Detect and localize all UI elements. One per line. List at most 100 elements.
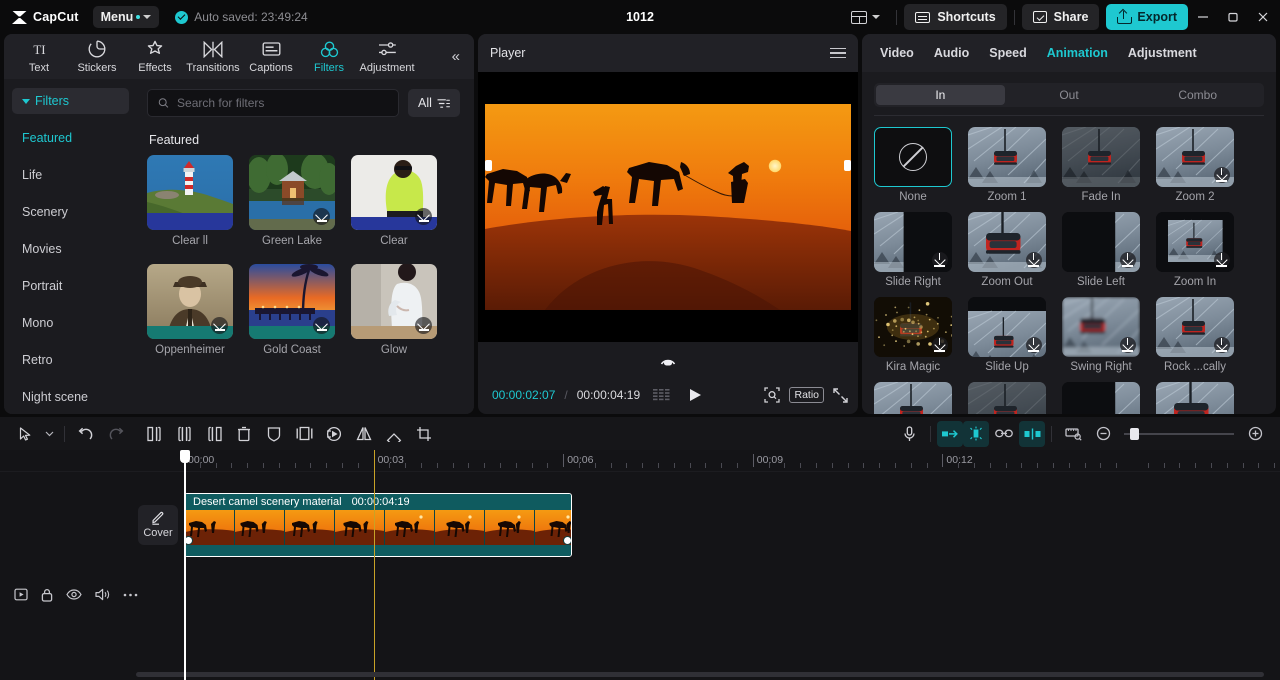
animation-item[interactable]: Slide Up xyxy=(968,297,1046,373)
timeline-horizontal-scrollbar[interactable] xyxy=(136,672,1264,677)
category-item[interactable]: Movies xyxy=(4,230,137,267)
animation-item[interactable]: Rock ...cally xyxy=(1156,297,1234,373)
animation-item[interactable]: Zoom In xyxy=(1156,212,1234,288)
filter-item[interactable]: Glow xyxy=(351,264,437,356)
video-track-icon[interactable] xyxy=(14,588,28,601)
category-item[interactable]: Mono xyxy=(4,304,137,341)
split-right-icon[interactable] xyxy=(199,421,229,447)
tab-adjustment[interactable]: Adjustment xyxy=(358,40,416,74)
ratio-button[interactable]: Ratio xyxy=(789,387,824,403)
mirror-icon[interactable] xyxy=(349,421,379,447)
tab-audio[interactable]: Audio xyxy=(934,46,969,60)
download-icon[interactable] xyxy=(1026,252,1042,268)
filter-item[interactable]: Clear ll xyxy=(147,155,233,247)
clip-trim-handle-right[interactable] xyxy=(563,536,571,545)
segment-combo[interactable]: Combo xyxy=(1133,85,1262,105)
download-icon[interactable] xyxy=(313,208,330,225)
auto-snap-icon[interactable] xyxy=(937,420,963,447)
export-button[interactable]: Export xyxy=(1106,4,1188,30)
link-icon[interactable] xyxy=(989,421,1019,447)
crop-frame-icon[interactable] xyxy=(289,421,319,447)
zoom-in-icon[interactable] xyxy=(1240,421,1270,447)
tab-animation[interactable]: Animation xyxy=(1047,46,1108,60)
download-icon[interactable] xyxy=(1120,337,1136,353)
segment-out[interactable]: Out xyxy=(1005,85,1134,105)
animation-item[interactable] xyxy=(874,382,952,414)
download-icon[interactable] xyxy=(313,317,330,334)
zoom-slider[interactable] xyxy=(1124,427,1234,440)
animation-item[interactable]: Slide Left xyxy=(1062,212,1140,288)
tab-speed[interactable]: Speed xyxy=(989,46,1027,60)
tab-text[interactable]: TI Text xyxy=(10,40,68,74)
select-arrow-icon[interactable] xyxy=(10,421,40,447)
category-item[interactable]: Night scene xyxy=(4,378,137,414)
fullscreen-icon[interactable] xyxy=(833,387,848,403)
animation-item[interactable]: Kira Magic xyxy=(874,297,952,373)
animation-item[interactable]: Zoom 1 xyxy=(968,127,1046,203)
maximize-button[interactable] xyxy=(1218,0,1248,34)
filter-item[interactable]: Clear xyxy=(351,155,437,247)
download-icon[interactable] xyxy=(415,317,432,334)
search-box[interactable] xyxy=(147,89,399,117)
playhead-handle[interactable] xyxy=(179,450,190,463)
zoom-slider-handle[interactable] xyxy=(1130,427,1139,440)
animation-item[interactable]: Fade In xyxy=(1062,127,1140,203)
minimize-button[interactable] xyxy=(1188,0,1218,34)
tab-stickers[interactable]: Stickers xyxy=(68,40,126,74)
download-icon[interactable] xyxy=(1214,252,1230,268)
category-item[interactable]: Life xyxy=(4,156,137,193)
tab-transitions[interactable]: Transitions xyxy=(184,40,242,74)
download-icon[interactable] xyxy=(1026,337,1042,353)
download-icon[interactable] xyxy=(1214,337,1230,353)
delete-icon[interactable] xyxy=(229,421,259,447)
download-icon[interactable] xyxy=(932,337,948,353)
video-canvas[interactable] xyxy=(485,104,851,310)
animation-item[interactable]: Zoom Out xyxy=(968,212,1046,288)
redo-icon[interactable] xyxy=(101,421,131,447)
animation-item[interactable]: None xyxy=(874,127,952,203)
mask-icon[interactable] xyxy=(259,421,289,447)
animation-item[interactable]: Zoom 2 xyxy=(1156,127,1234,203)
category-header[interactable]: Filters xyxy=(12,88,129,114)
split-icon[interactable] xyxy=(169,421,199,447)
playhead[interactable] xyxy=(179,450,190,680)
category-item[interactable]: Featured xyxy=(4,119,137,156)
download-icon[interactable] xyxy=(932,252,948,268)
timeline-clip[interactable]: Desert camel scenery material 00:00:04:1… xyxy=(184,493,572,557)
animation-item[interactable] xyxy=(1062,382,1140,414)
tab-adjustment[interactable]: Adjustment xyxy=(1128,46,1197,60)
tab-effects[interactable]: Effects xyxy=(126,40,184,74)
download-icon[interactable] xyxy=(1120,252,1136,268)
zoom-fit-icon[interactable] xyxy=(764,387,781,403)
hamburger-icon[interactable] xyxy=(830,45,846,62)
tab-filters[interactable]: Filters xyxy=(300,40,358,74)
crop-icon[interactable] xyxy=(409,421,439,447)
preview-ruler-icon[interactable] xyxy=(1058,421,1088,447)
share-button[interactable]: Share xyxy=(1021,4,1100,30)
speed-icon[interactable] xyxy=(319,421,349,447)
category-item[interactable]: Portrait xyxy=(4,267,137,304)
split-left-icon[interactable] xyxy=(139,421,169,447)
undo-icon[interactable] xyxy=(71,421,101,447)
microphone-icon[interactable] xyxy=(894,421,924,447)
layout-button[interactable] xyxy=(842,10,889,24)
animation-item[interactable] xyxy=(968,382,1046,414)
magnet-icon[interactable] xyxy=(963,420,989,447)
segment-in[interactable]: In xyxy=(876,85,1005,105)
filter-all-button[interactable]: All xyxy=(408,89,460,117)
play-button[interactable] xyxy=(689,388,702,402)
volume-icon[interactable] xyxy=(95,588,110,601)
crop-handle-right[interactable] xyxy=(844,160,851,171)
filter-item[interactable]: Green Lake xyxy=(249,155,335,247)
lock-icon[interactable] xyxy=(41,588,53,602)
download-icon[interactable] xyxy=(415,208,432,225)
rotate-shape-icon[interactable] xyxy=(379,421,409,447)
shortcuts-button[interactable]: Shortcuts xyxy=(904,4,1007,30)
tab-captions[interactable]: Captions xyxy=(242,40,300,74)
download-icon[interactable] xyxy=(1214,167,1230,183)
tab-video[interactable]: Video xyxy=(880,46,914,60)
filter-item[interactable]: Oppenheimer xyxy=(147,264,233,356)
download-icon[interactable] xyxy=(211,317,228,334)
crop-handle-left[interactable] xyxy=(485,160,492,171)
category-item[interactable]: Retro xyxy=(4,341,137,378)
